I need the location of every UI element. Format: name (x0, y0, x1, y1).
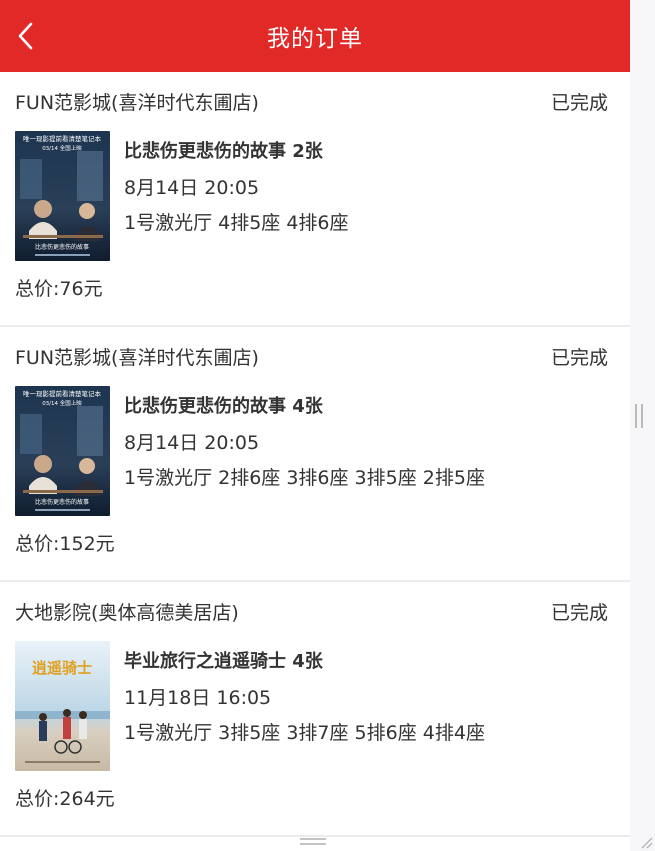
page-title: 我的订单 (267, 26, 363, 52)
resize-grip-icon[interactable] (639, 835, 653, 849)
movie-info: 比悲伤更悲伤的故事 2张 8月14日 20:05 1号激光厅 4排5座 4排6座 (124, 136, 620, 238)
movie-info: 毕业旅行之逍遥骑士 4张 11月18日 16:05 1号激光厅 3排5座 3排7… (124, 646, 620, 748)
cinema-name: FUN范影城(喜洋时代东圃店) (15, 91, 259, 114)
order-header: 大地影院(奥体高德美居店) 已完成 (15, 582, 608, 640)
poster-image: 唯一现影提前看清楚笔记本 03/14 全国上映 比悲伤更悲伤的故事 (15, 386, 110, 516)
top-bar: 我的订单 (0, 0, 630, 72)
cinema-name: FUN范影城(喜洋时代东圃店) (15, 346, 259, 369)
poster-date-text: 03/14 全国上映 (42, 144, 82, 152)
panel-resize-handle[interactable] (635, 404, 643, 428)
poster-date-text: 03/14 全国上映 (42, 399, 82, 407)
poster-image: 逍遥骑士 (15, 641, 110, 771)
order-status: 已完成 (550, 601, 608, 624)
movie-poster[interactable]: 唯一现影提前看清楚笔记本 03/14 全国上映 比悲伤更悲伤的故事 (15, 131, 110, 261)
total-price: 总价:264元 (15, 788, 115, 810)
poster-top-text: 唯一现影提前看清楚笔记本 (23, 389, 102, 398)
cinema-name: 大地影院(奥体高德美居店) (15, 601, 239, 624)
order-list-screen: 我的订单 FUN范影城(喜洋时代东圃店) 已完成 唯一现影提前看清楚笔记本 03… (0, 0, 630, 851)
total-price: 总价:152元 (15, 533, 115, 555)
hall-seats: 1号激光厅 4排5座 4排6座 (124, 212, 349, 234)
order-status: 已完成 (550, 91, 608, 114)
movie-title: 比悲伤更悲伤的故事 4张 (124, 396, 323, 417)
hall-seats: 1号激光厅 3排5座 3排7座 5排6座 4排4座 (124, 722, 485, 744)
showtime: 8月14日 20:05 (124, 177, 260, 199)
drag-handle[interactable] (300, 838, 326, 846)
showtime: 8月14日 20:05 (124, 432, 260, 454)
movie-title: 毕业旅行之逍遥骑士 4张 (124, 651, 323, 672)
back-button[interactable] (6, 16, 46, 56)
movie-title: 比悲伤更悲伤的故事 2张 (124, 141, 323, 162)
poster-title-text: 比悲伤更悲伤的故事 (35, 498, 89, 506)
hall-seats: 1号激光厅 2排6座 3排6座 3排5座 2排5座 (124, 467, 485, 489)
movie-info: 比悲伤更悲伤的故事 4张 8月14日 20:05 1号激光厅 2排6座 3排6座… (124, 391, 620, 493)
poster-image: 唯一现影提前看清楚笔记本 03/14 全国上映 比悲伤更悲伤的故事 (15, 131, 110, 261)
movie-poster[interactable]: 唯一现影提前看清楚笔记本 03/14 全国上映 比悲伤更悲伤的故事 (15, 386, 110, 516)
showtime: 11月18日 16:05 (124, 687, 272, 709)
order-header: FUN范影城(喜洋时代东圃店) 已完成 (15, 72, 608, 130)
order-card[interactable]: FUN范影城(喜洋时代东圃店) 已完成 唯一现影提前看清楚笔记本 03/14 全… (0, 72, 630, 327)
poster-title-text: 逍遥骑士 (32, 659, 92, 677)
total-price: 总价:76元 (15, 278, 103, 300)
order-status: 已完成 (550, 346, 608, 369)
poster-top-text: 唯一现影提前看清楚笔记本 (23, 134, 102, 143)
movie-poster[interactable]: 逍遥骑士 (15, 641, 110, 771)
order-card[interactable]: 大地影院(奥体高德美居店) 已完成 逍遥骑士 毕业旅行之逍遥骑士 4张 11月1… (0, 582, 630, 837)
poster-title-text: 比悲伤更悲伤的故事 (35, 243, 89, 251)
order-card[interactable]: FUN范影城(喜洋时代东圃店) 已完成 唯一现影提前看清楚笔记本 03/14 全… (0, 327, 630, 582)
order-header: FUN范影城(喜洋时代东圃店) 已完成 (15, 327, 608, 385)
chevron-left-icon (18, 22, 33, 50)
